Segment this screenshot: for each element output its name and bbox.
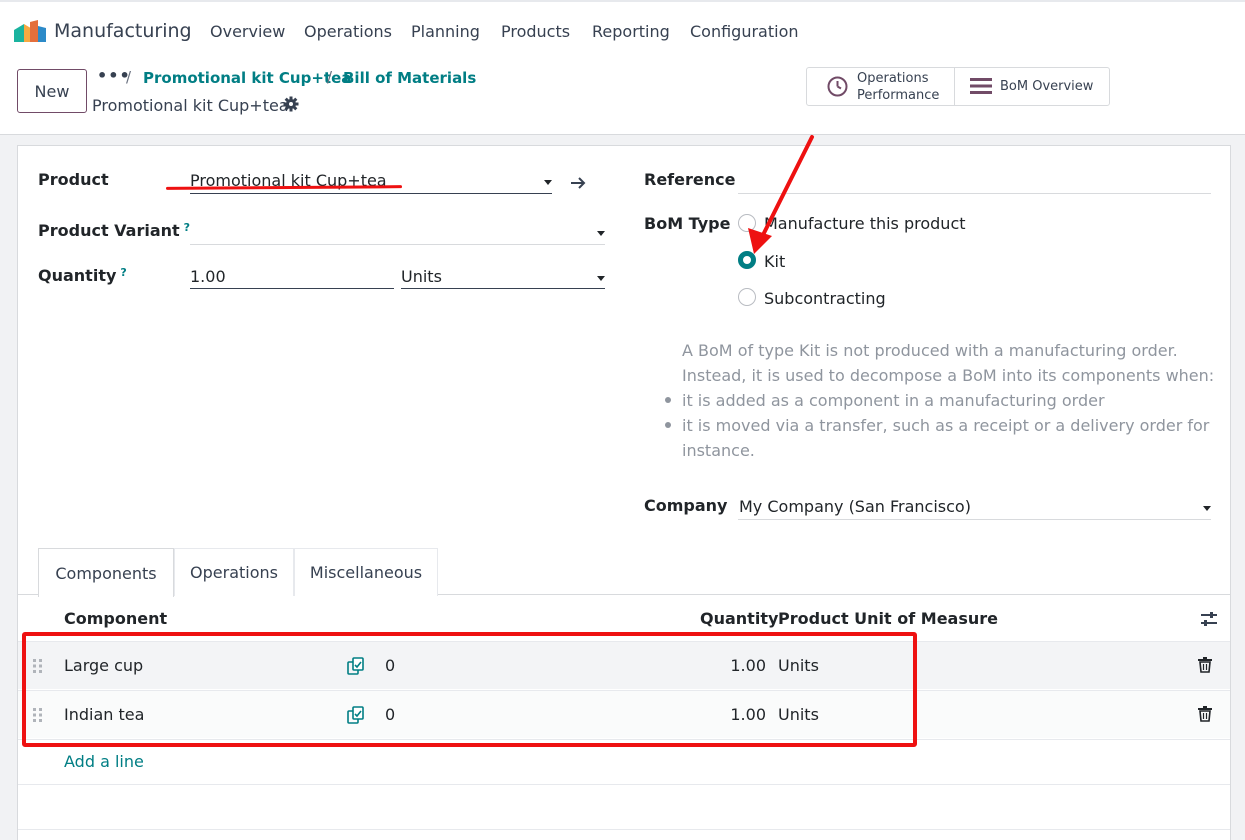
trash-icon[interactable]: [1198, 706, 1212, 722]
quantity-label: Quantity?: [38, 266, 127, 285]
variant-field-line: [190, 244, 605, 245]
annotation-arrow-icon: [748, 135, 814, 254]
breadcrumb-bom[interactable]: Bill of Materials: [343, 69, 476, 87]
bom-overview-label: BoM Overview: [1000, 79, 1094, 94]
uom-dropdown-icon[interactable]: [597, 276, 605, 281]
arrow-right-icon[interactable]: [570, 176, 586, 190]
bom-type-label: BoM Type: [644, 214, 731, 233]
gear-icon[interactable]: [283, 96, 299, 112]
kit-help-bullet2: it is moved via a transfer, such as a re…: [682, 416, 1210, 435]
sheet-footer-line: [18, 829, 1230, 830]
reference-label: Reference: [644, 170, 736, 189]
add-a-line-link[interactable]: Add a line: [64, 752, 144, 771]
annotation-box: [22, 632, 917, 747]
control-panel: New ••• / Promotional kit Cup+tea / Bill…: [0, 58, 1245, 135]
company-label: Company: [644, 496, 728, 515]
quantity-field-line: [190, 288, 394, 289]
help-tooltip-icon[interactable]: ?: [184, 221, 190, 234]
app-name[interactable]: Manufacturing: [54, 20, 192, 42]
tab-components[interactable]: Components: [38, 548, 174, 597]
kit-help-line2: Instead, it is used to decompose a BoM i…: [682, 366, 1215, 385]
product-field-line: [190, 193, 552, 194]
kit-help-bullet1: it is added as a component in a manufact…: [682, 391, 1105, 410]
bullet-dot: [665, 422, 671, 428]
product-dropdown-icon[interactable]: [544, 180, 552, 185]
company-dropdown-icon[interactable]: [1203, 506, 1211, 511]
col-header-component[interactable]: Component: [64, 609, 167, 628]
ops-perf-label-1: Operations: [857, 71, 929, 86]
menu-reporting[interactable]: Reporting: [592, 22, 670, 41]
variant-dropdown-icon[interactable]: [597, 231, 605, 236]
stat-buttons: Operations Performance BoM Overview: [806, 67, 1110, 106]
menu-planning[interactable]: Planning: [411, 22, 480, 41]
menu-overview[interactable]: Overview: [210, 22, 285, 41]
new-button[interactable]: New: [17, 69, 87, 113]
radio-subcontracting-label[interactable]: Subcontracting: [764, 289, 886, 308]
company-field-line: [738, 519, 1211, 520]
uom-field-line: [401, 288, 605, 289]
trash-icon[interactable]: [1198, 657, 1212, 673]
breadcrumb-product[interactable]: Promotional kit Cup+tea: [143, 69, 351, 87]
breadcrumb-separator: /: [126, 68, 132, 86]
tab-operations[interactable]: Operations: [174, 548, 294, 596]
quantity-input[interactable]: 1.00: [190, 267, 226, 286]
table-bottom-line: [18, 784, 1230, 785]
menu-products[interactable]: Products: [501, 22, 570, 41]
breadcrumb-separator: /: [327, 68, 333, 86]
record-title: Promotional kit Cup+tea: [92, 96, 289, 115]
tab-miscellaneous[interactable]: Miscellaneous: [294, 548, 438, 596]
manufacturing-app-icon[interactable]: [14, 20, 46, 42]
bars-icon: [970, 78, 992, 94]
product-variant-label: Product Variant?: [38, 221, 191, 240]
menu-configuration[interactable]: Configuration: [690, 22, 799, 41]
kit-help-line1: A BoM of type Kit is not produced with a…: [682, 341, 1178, 360]
help-tooltip-icon[interactable]: ?: [120, 266, 126, 279]
top-navbar: Manufacturing Overview Operations Planni…: [0, 0, 1245, 58]
uom-select[interactable]: Units: [401, 267, 442, 286]
bom-overview-button[interactable]: BoM Overview: [955, 68, 1110, 105]
col-header-quantity[interactable]: Quantity: [700, 609, 778, 628]
col-header-uom[interactable]: Product Unit of Measure: [778, 609, 998, 628]
clock-icon: [827, 76, 848, 97]
product-label: Product: [38, 170, 109, 189]
radio-subcontracting[interactable]: [738, 288, 756, 306]
bullet-dot: [665, 397, 671, 403]
kit-help-bullet2-cont: instance.: [682, 441, 755, 460]
ops-perf-label-2: Performance: [857, 88, 940, 103]
optional-columns-icon[interactable]: [1200, 611, 1218, 627]
menu-operations[interactable]: Operations: [304, 22, 392, 41]
company-select[interactable]: My Company (San Francisco): [739, 497, 971, 516]
operations-performance-button[interactable]: Operations Performance: [807, 68, 954, 105]
